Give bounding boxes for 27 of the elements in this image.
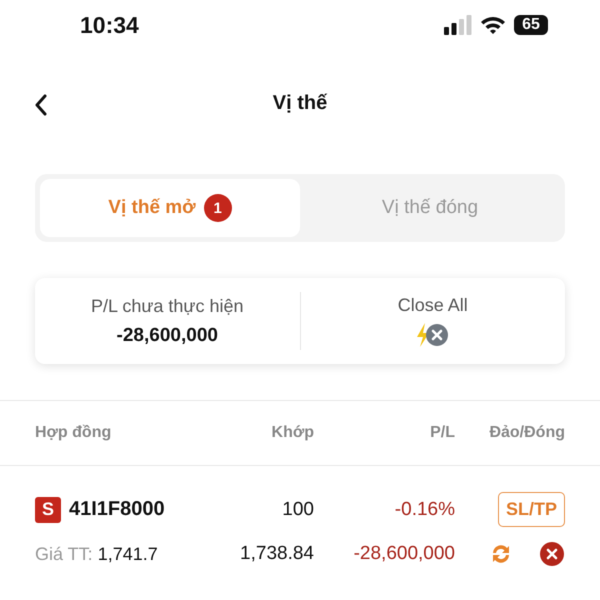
close-all-button[interactable]: Close All: [398, 294, 468, 348]
bolt-close-icon: [416, 322, 450, 348]
quantity: 100: [282, 498, 314, 520]
battery-level: 65: [514, 15, 548, 35]
column-header: P/L: [430, 424, 455, 442]
close-position-button[interactable]: [539, 541, 565, 567]
pl-percent: -0.16%: [394, 498, 455, 520]
count-badge: 1: [204, 194, 232, 222]
status-time: 10:34: [80, 12, 139, 38]
pl-amount: -28,600,000: [354, 543, 455, 565]
match-price: 1,738.84: [240, 543, 314, 565]
signal-icon: [444, 15, 472, 35]
contract-code: 41I1F8000: [69, 498, 165, 521]
side-badge: S: [35, 496, 61, 522]
tab[interactable]: Vị thế mở 1: [40, 179, 300, 237]
page-title: Vị thế: [272, 92, 328, 114]
column-header: Đảo/Đóng: [489, 424, 565, 442]
price-label: Giá TT:: [35, 544, 93, 564]
wifi-icon: [480, 15, 506, 35]
pl-label: P/L chưa thực hiện: [90, 296, 244, 316]
market-price: 1,741.7: [98, 544, 158, 564]
close-icon: [539, 541, 565, 567]
column-header: Hợp đồng: [35, 424, 112, 442]
pl-value: -28,600,000: [116, 324, 218, 346]
back-icon[interactable]: [34, 94, 48, 116]
sl-tp-button[interactable]: SL/TP: [498, 492, 565, 527]
column-header: Khớp: [272, 424, 314, 442]
